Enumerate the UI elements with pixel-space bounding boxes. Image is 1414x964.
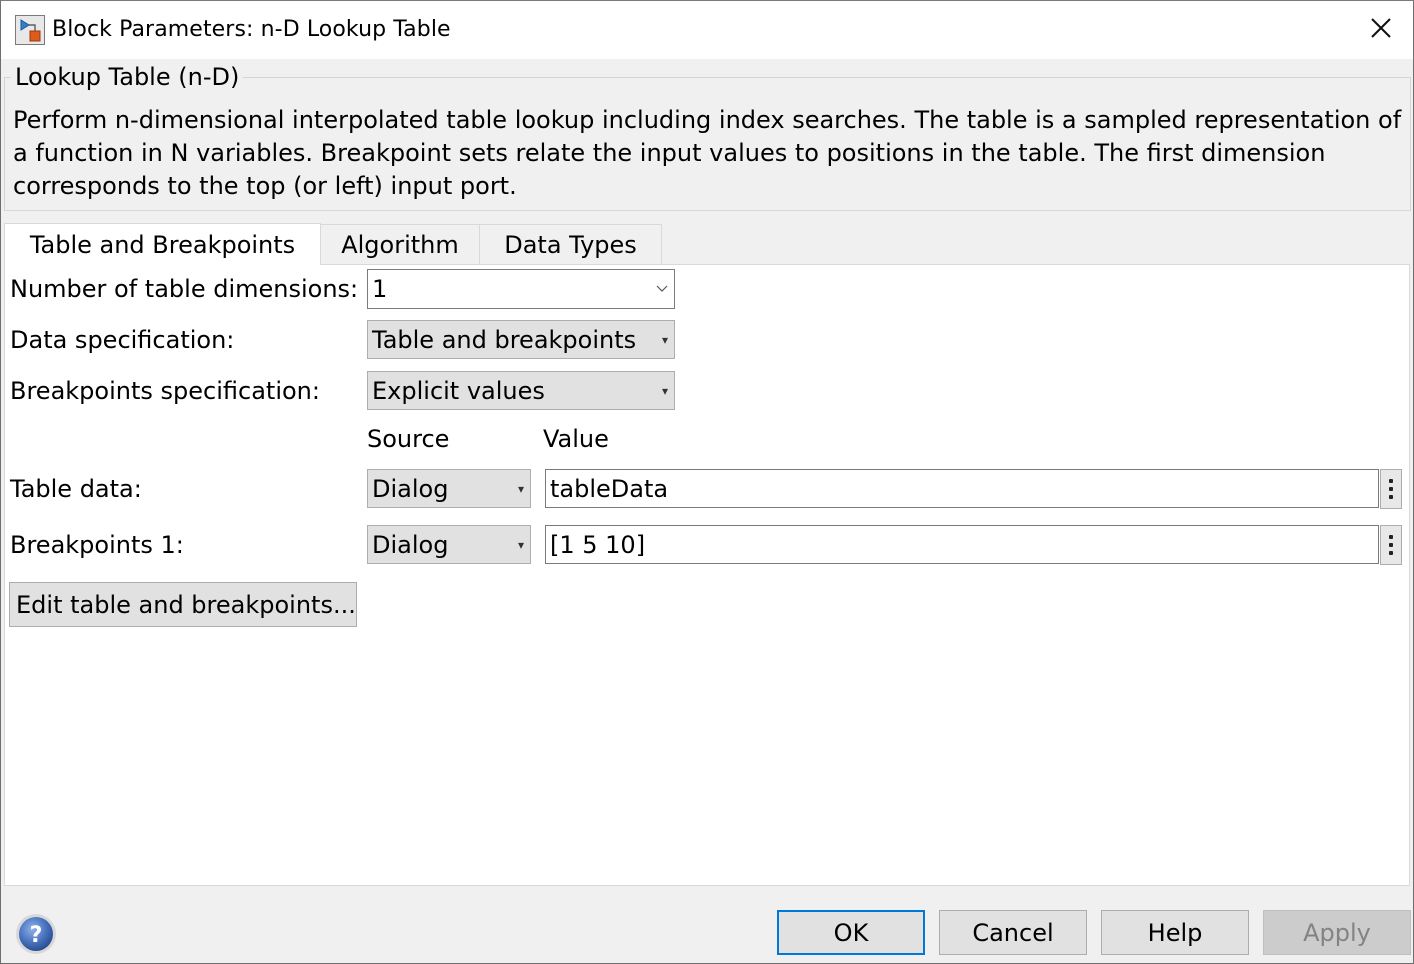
table-data-more-button[interactable] — [1380, 469, 1402, 509]
edit-table-and-breakpoints-button[interactable]: Edit table and breakpoints... — [9, 582, 357, 627]
dropdown-arrow-icon: ▾ — [517, 481, 524, 496]
cancel-button[interactable]: Cancel — [939, 910, 1087, 955]
table-data-source-dropdown[interactable]: Dialog ▾ — [367, 469, 531, 508]
dropdown-arrow-icon: ▾ — [517, 537, 524, 552]
help-question-icon[interactable]: ? — [15, 913, 57, 955]
tab-label: Data Types — [504, 231, 637, 259]
chevron-down-icon — [656, 282, 668, 296]
edit-button-label: Edit table and breakpoints... — [16, 590, 356, 619]
bp-spec-label: Breakpoints specification: — [10, 377, 320, 405]
table-data-label: Table data: — [10, 475, 142, 503]
cancel-label: Cancel — [972, 918, 1054, 947]
svg-text:?: ? — [30, 923, 43, 948]
source-column-header: Source — [367, 425, 450, 453]
table-data-input[interactable]: tableData — [545, 469, 1379, 508]
dropdown-arrow-icon: ▾ — [661, 332, 668, 347]
help-button[interactable]: Help — [1101, 910, 1249, 955]
dropdown-arrow-icon: ▾ — [661, 383, 668, 398]
value-column-header: Value — [543, 425, 609, 453]
simulink-block-icon — [15, 15, 45, 45]
tab-table-and-breakpoints[interactable]: Table and Breakpoints — [4, 223, 321, 265]
tab-label: Algorithm — [341, 231, 459, 259]
breakpoints1-input[interactable]: [1 5 10] — [545, 525, 1379, 564]
breakpoints1-value: [1 5 10] — [550, 530, 646, 559]
bp-spec-value: Explicit values — [372, 376, 545, 405]
data-spec-value: Table and breakpoints — [372, 325, 637, 354]
tab-data-types[interactable]: Data Types — [479, 224, 662, 265]
ok-label: OK — [833, 918, 869, 947]
breakpoints1-label: Breakpoints 1: — [10, 531, 184, 559]
tab-label: Table and Breakpoints — [29, 230, 296, 259]
apply-label: Apply — [1303, 918, 1371, 947]
breakpoints1-source-value: Dialog — [372, 530, 449, 559]
breakpoints1-more-button[interactable] — [1380, 525, 1402, 565]
num-dims-value: 1 — [372, 275, 388, 303]
table-data-source-value: Dialog — [372, 474, 449, 503]
ok-button[interactable]: OK — [777, 910, 925, 955]
table-data-value: tableData — [550, 474, 669, 503]
data-spec-dropdown[interactable]: Table and breakpoints ▾ — [367, 320, 675, 359]
block-parameters-dialog: Block Parameters: n-D Lookup Table Looku… — [0, 0, 1414, 964]
help-label: Help — [1147, 918, 1203, 947]
window-title: Block Parameters: n-D Lookup Table — [52, 17, 451, 42]
table-and-breakpoints-panel — [4, 264, 1410, 886]
tab-algorithm[interactable]: Algorithm — [319, 224, 481, 265]
num-dims-label: Number of table dimensions: — [10, 275, 359, 303]
apply-button[interactable]: Apply — [1263, 910, 1411, 955]
close-icon — [1370, 17, 1392, 43]
block-description: Perform n-dimensional interpolated table… — [13, 106, 1402, 200]
title-bar: Block Parameters: n-D Lookup Table — [1, 1, 1413, 59]
breakpoints1-source-dropdown[interactable]: Dialog ▾ — [367, 525, 531, 564]
close-button[interactable] — [1349, 1, 1413, 59]
bp-spec-dropdown[interactable]: Explicit values ▾ — [367, 371, 675, 410]
data-spec-label: Data specification: — [10, 326, 235, 354]
num-dims-combobox[interactable]: 1 — [367, 269, 675, 309]
block-type-title: Lookup Table (n-D) — [11, 63, 244, 91]
